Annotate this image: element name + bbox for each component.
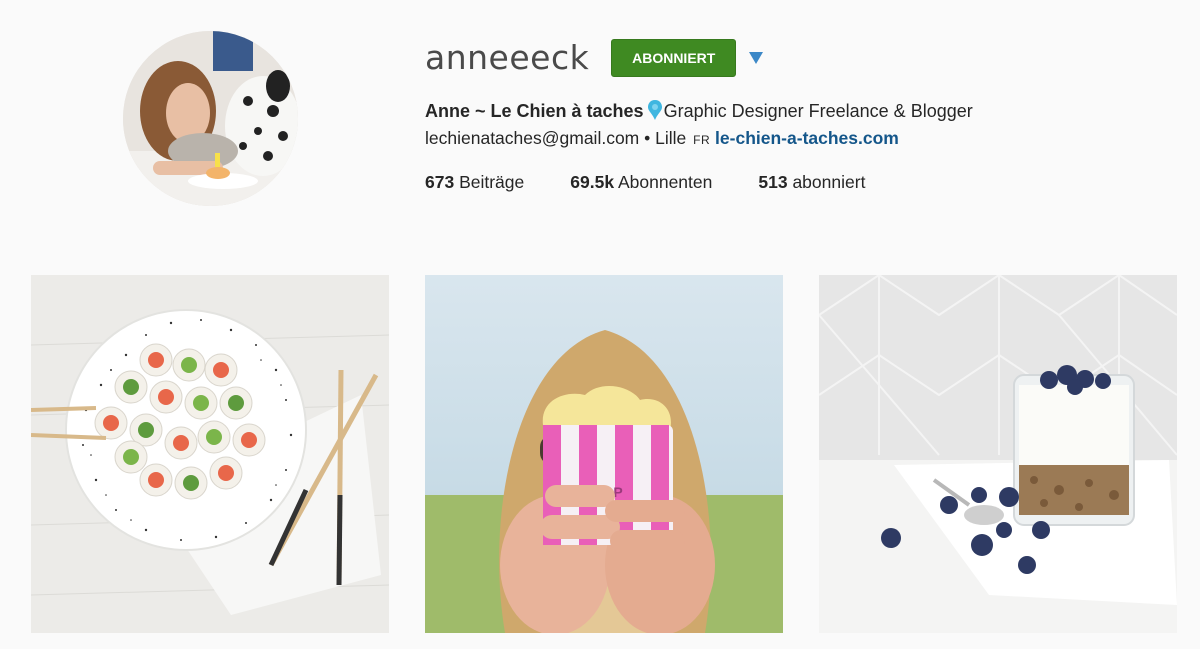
stat-label: abonniert (792, 172, 866, 192)
separator: • (644, 128, 651, 148)
stat-value: 69.5k (570, 172, 615, 192)
post-tile-yogurt[interactable] (819, 275, 1177, 633)
stat-label: Beiträge (459, 172, 525, 192)
stat-following[interactable]: 513 abonniert (758, 170, 865, 194)
stat-label: Abonnenten (617, 172, 713, 192)
stat-posts[interactable]: 673 Beiträge (425, 170, 524, 194)
stat-value: 673 (425, 172, 455, 192)
location: Lille (655, 128, 687, 148)
post-tile-sushi[interactable] (31, 275, 389, 633)
profile-stats: 673 Beiträge 69.5k Abonnenten 513 abonni… (425, 170, 911, 194)
profile-header: anneeeck ABONNIERT Anne ~ Le Chien à tac… (0, 0, 1200, 240)
stat-value: 513 (758, 172, 788, 192)
dropdown-arrow-icon[interactable] (749, 52, 764, 64)
profile-avatar[interactable] (123, 31, 298, 206)
post-grid: POP (31, 275, 1177, 633)
username: anneeeck (425, 38, 590, 77)
follow-button[interactable]: ABONNIERT (611, 39, 737, 77)
bio-line: Anne ~ Le Chien à taches Graphic Designer… (425, 97, 973, 128)
website-link[interactable]: le-chien-a-taches.com (715, 128, 899, 148)
stat-followers[interactable]: 69.5k Abonnenten (570, 170, 712, 194)
post-tile-popcorn[interactable]: POP (425, 275, 783, 633)
contact-line: lechienataches@gmail.com • Lille FR le-c… (425, 125, 899, 153)
language-tag: FR (693, 133, 711, 147)
email: lechienataches@gmail.com (425, 128, 640, 148)
location-pin-icon (647, 100, 662, 128)
full-name: Anne ~ Le Chien à taches (425, 101, 644, 121)
bio-description: Graphic Designer Freelance & Blogger (663, 101, 973, 121)
